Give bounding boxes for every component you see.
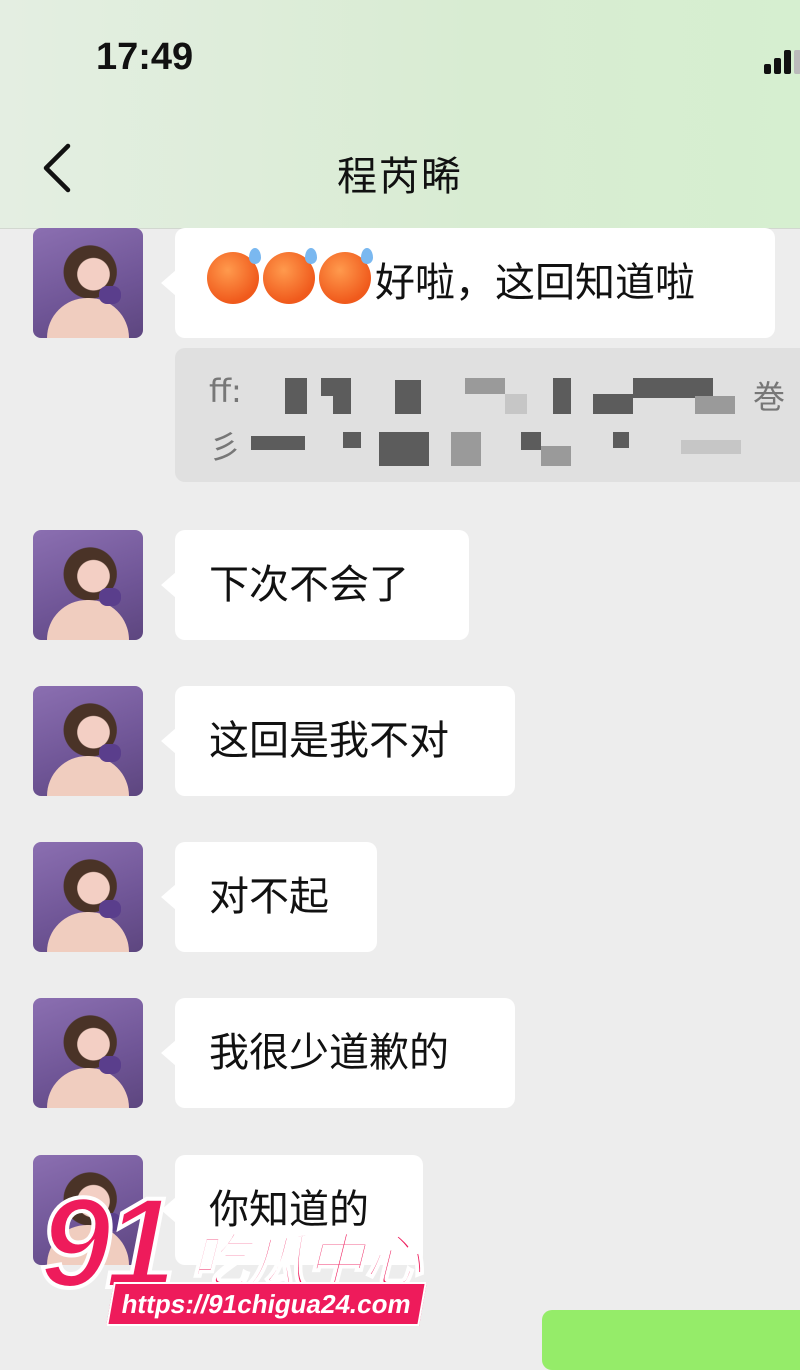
pixelated-redaction [505, 394, 527, 414]
pixelated-redaction [379, 432, 429, 466]
pixelated-redaction [465, 378, 505, 394]
sweating-face-emoji [263, 248, 317, 304]
pixelated-redaction [251, 436, 305, 450]
contact-avatar[interactable] [33, 998, 143, 1108]
chat-title: 程芮晞 [337, 154, 463, 200]
quote-line2-prefix: 彡 [209, 428, 242, 466]
message-text: 对不起 [209, 874, 329, 920]
pixelated-redaction [333, 396, 351, 414]
pixelated-redaction [681, 440, 741, 454]
pixelated-redaction [395, 380, 421, 414]
signal-icon [764, 48, 800, 74]
pixelated-redaction [695, 396, 735, 414]
message-bubble[interactable]: 这回是我不对 [161, 686, 515, 796]
contact-avatar[interactable] [33, 530, 143, 640]
contact-avatar[interactable] [33, 686, 143, 796]
sweating-face-emoji [207, 248, 261, 304]
message-text: 好啦，这回知道啦 [375, 260, 695, 306]
message-text: 我很少道歉的 [209, 1030, 449, 1076]
message-text: 这回是我不对 [209, 718, 449, 764]
contact-avatar[interactable] [33, 842, 143, 952]
pixelated-redaction [343, 432, 361, 448]
message-bubble[interactable]: 对不起 [161, 842, 377, 952]
outgoing-message-bubble[interactable] [542, 1310, 800, 1370]
watermark-logo: 91 吃瓜中心 https://91chigua24.com [38, 1170, 440, 1330]
nav-header: 17:49 程芮晞 [0, 0, 800, 229]
watermark-url: https://91chigua24.com [106, 1282, 427, 1326]
pixelated-redaction [541, 446, 571, 466]
pixelated-redaction [451, 432, 481, 466]
pixelated-redaction [553, 378, 571, 414]
pixelated-redaction [321, 378, 351, 396]
pixelated-redaction [521, 432, 541, 450]
quoted-message[interactable]: ff: 巻 彡 [175, 348, 800, 482]
quote-line1-prefix: ff: [209, 372, 242, 410]
pixelated-redaction [285, 378, 307, 414]
quote-line1-suffix: 巻 [753, 378, 786, 416]
status-time: 17:49 [96, 36, 194, 78]
message-bubble[interactable]: 好啦，这回知道啦 [161, 228, 775, 338]
contact-avatar[interactable] [33, 228, 143, 338]
pixelated-redaction [593, 394, 633, 414]
sweating-face-emoji [319, 248, 373, 304]
message-text: 下次不会了 [209, 562, 409, 608]
message-bubble[interactable]: 我很少道歉的 [161, 998, 515, 1108]
pixelated-redaction [633, 378, 713, 398]
pixelated-redaction [613, 432, 629, 448]
message-bubble[interactable]: 下次不会了 [161, 530, 469, 640]
